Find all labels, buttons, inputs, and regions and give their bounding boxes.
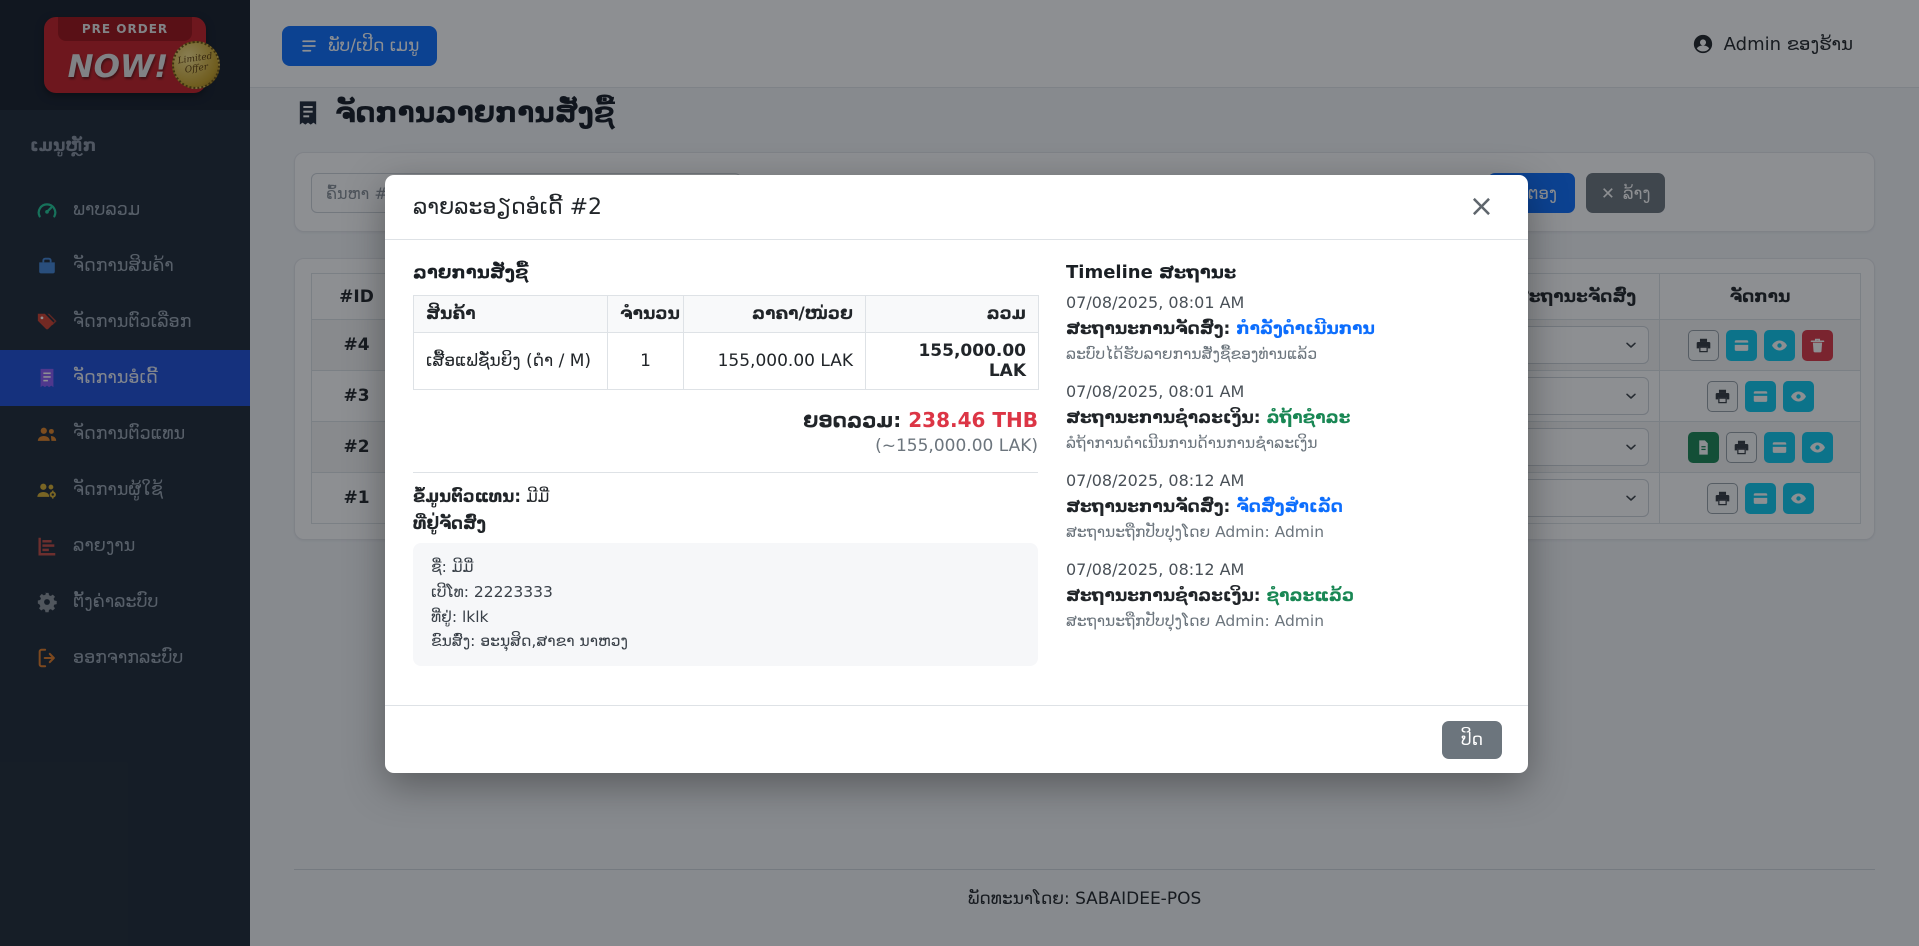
timeline-desc: ລໍຖ້າການດຳເນີນການດ້ານການຊຳລະເງິນ	[1066, 434, 1500, 452]
modal-close-button[interactable]: ປິດ	[1442, 721, 1502, 759]
order-details-modal: ລາຍລະອຽດອໍເດີ້ #2 × ລາຍການສັ່ງຊື້ ສິນຄ້າ…	[385, 175, 1528, 773]
shipping-address: ທີ່ຢູ່: lklk	[431, 605, 1020, 630]
timeline-entry: 07/08/2025, 08:01 AM ສະຖານະການຈັດສົ່ງ: ກ…	[1066, 293, 1500, 363]
timeline-column: Timeline ສະຖານະ 07/08/2025, 08:01 AM ສະຖ…	[1066, 262, 1500, 666]
shipping-name: ຊື່: ມີມີ່	[431, 555, 1020, 580]
modal-title: ລາຍລະອຽດອໍເດີ້ #2	[413, 195, 602, 220]
shipping-phone: ເບີໂທ: 22223333	[431, 580, 1020, 605]
items-col-product: ສິນຄ້າ	[414, 296, 608, 333]
grand-total-approx: (~155,000.00 LAK)	[413, 436, 1038, 456]
items-col-unit-price: ລາຄາ/ໜ່ວຍ	[684, 296, 866, 333]
timeline-status-value: ກຳລັງດຳເນີນການ	[1236, 319, 1375, 339]
timeline-entry: 07/08/2025, 08:12 AM ສະຖານະການຈັດສົ່ງ: ຈ…	[1066, 471, 1500, 541]
timeline-desc: ສະຖານະຖືກປັບປຸງໂດຍ Admin: Admin	[1066, 612, 1500, 630]
item-unit-price: 155,000.00 LAK	[684, 333, 866, 390]
timeline-date: 07/08/2025, 08:12 AM	[1066, 560, 1500, 579]
timeline-desc: ສະຖານະຖືກປັບປຸງໂດຍ Admin: Admin	[1066, 523, 1500, 541]
timeline-status-label: ສະຖານະການຊຳລະເງິນ:	[1066, 586, 1261, 606]
items-heading: ລາຍການສັ່ງຊື້	[413, 262, 1038, 283]
agent-info-value: ມີມີ່	[526, 487, 549, 506]
timeline-date: 07/08/2025, 08:12 AM	[1066, 471, 1500, 490]
timeline-status-value: ລໍຖ້າຊຳລະ	[1267, 408, 1351, 428]
divider	[413, 472, 1038, 473]
order-totals: ຍອດລວມ: 238.46 THB (~155,000.00 LAK)	[413, 408, 1038, 456]
agent-info-line: ຂໍ້ມູນຕົວແທນ: ມີມີ່	[413, 487, 1038, 506]
close-icon[interactable]: ×	[1463, 190, 1500, 224]
timeline-entry: 07/08/2025, 08:01 AM ສະຖານະການຊຳລະເງິນ: …	[1066, 382, 1500, 452]
item-qty: 1	[608, 333, 684, 390]
agent-info-label: ຂໍ້ມູນຕົວແທນ:	[413, 487, 521, 506]
timeline-date: 07/08/2025, 08:01 AM	[1066, 382, 1500, 401]
shipping-address-heading: ທີ່ຢູ່ຈັດສົ່ງ	[413, 514, 1038, 533]
item-total: 155,000.00 LAK	[866, 333, 1039, 390]
grand-total-value: 238.46 THB	[908, 408, 1038, 432]
modal-footer: ປິດ	[385, 705, 1528, 773]
timeline-entry: 07/08/2025, 08:12 AM ສະຖານະການຊຳລະເງິນ: …	[1066, 560, 1500, 630]
timeline-status-value: ຈັດສົ່ງສຳເລັດ	[1236, 497, 1343, 517]
timeline-heading: Timeline ສະຖານະ	[1066, 262, 1500, 283]
timeline-date: 07/08/2025, 08:01 AM	[1066, 293, 1500, 312]
items-col-qty: ຈຳນວນ	[608, 296, 684, 333]
modal-header: ລາຍລະອຽດອໍເດີ້ #2 ×	[385, 175, 1528, 240]
timeline-status-label: ສະຖານະການຊຳລະເງິນ:	[1066, 408, 1261, 428]
timeline-status-label: ສະຖານະການຈັດສົ່ງ:	[1066, 319, 1230, 339]
shipping-address-box: ຊື່: ມີມີ່ ເບີໂທ: 22223333 ທີ່ຢູ່: lklk …	[413, 543, 1038, 666]
modal-body: ລາຍການສັ່ງຊື້ ສິນຄ້າ ຈຳນວນ ລາຄາ/ໜ່ວຍ ລວມ	[385, 240, 1528, 666]
timeline-status-value: ຊຳລະແລ້ວ	[1267, 586, 1355, 606]
timeline-desc: ລະບົບໄດ້ຮັບລາຍການສັ່ງຊື້ຂອງທ່ານແລ້ວ	[1066, 345, 1500, 363]
order-items-column: ລາຍການສັ່ງຊື້ ສິນຄ້າ ຈຳນວນ ລາຄາ/ໜ່ວຍ ລວມ	[413, 262, 1038, 666]
items-col-total: ລວມ	[866, 296, 1039, 333]
timeline-status-label: ສະຖານະການຈັດສົ່ງ:	[1066, 497, 1230, 517]
grand-total-label: ຍອດລວມ:	[803, 408, 901, 432]
order-items-table: ສິນຄ້າ ຈຳນວນ ລາຄາ/ໜ່ວຍ ລວມ ເສື້ອແຟຊັ່ນຍິ…	[413, 295, 1039, 390]
shipping-carrier: ຂົນສົ່ງ: ອະນຸສິດ,ສາຂາ ນາຫວງ	[431, 629, 1020, 654]
app-root: PRE ORDER NOW! Limited Offer ເມນູຫຼັກ ພາ…	[0, 0, 1919, 946]
item-row: ເສື້ອແຟຊັ່ນຍິງ (ດຳ / M) 1 155,000.00 LAK…	[414, 333, 1039, 390]
item-product: ເສື້ອແຟຊັ່ນຍິງ (ດຳ / M)	[414, 333, 608, 390]
